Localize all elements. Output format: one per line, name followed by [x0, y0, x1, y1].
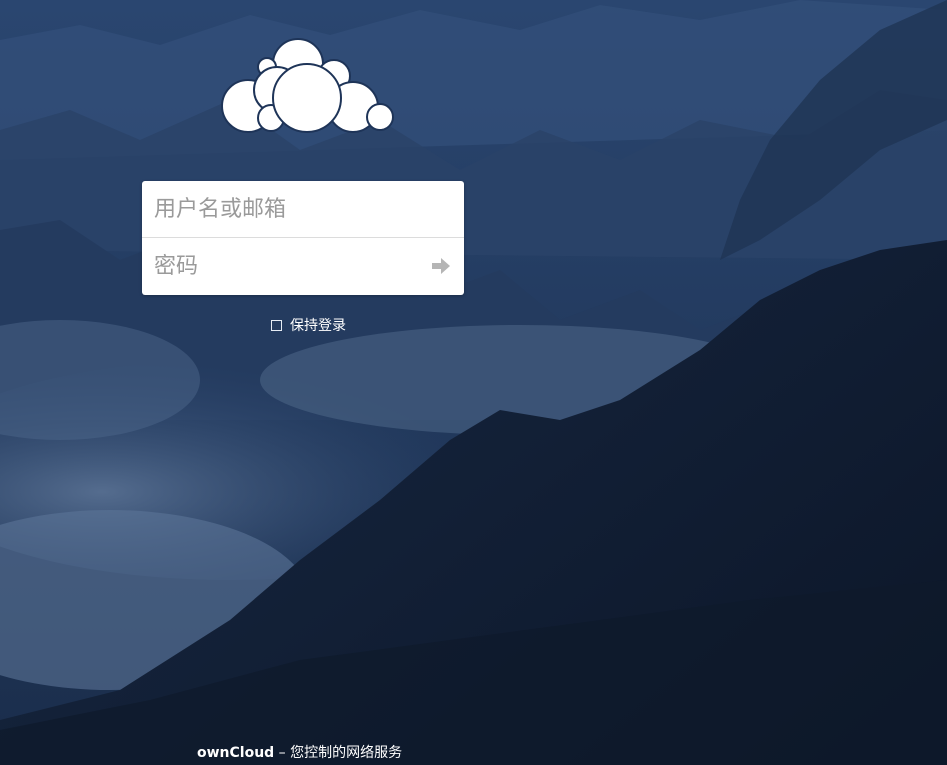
- background-mountain-image: [0, 0, 947, 765]
- footer-slogan: ownCloud – 您控制的网络服务: [197, 742, 402, 762]
- owncloud-logo-icon: [221, 38, 394, 133]
- arrow-right-icon[interactable]: [430, 255, 452, 277]
- username-field-wrapper: [142, 181, 464, 238]
- remember-login-toggle[interactable]: 保持登录: [271, 316, 346, 334]
- footer-tagline: 您控制的网络服务: [290, 745, 403, 761]
- remember-login-checkbox[interactable]: [271, 319, 282, 331]
- password-field-wrapper: [142, 238, 464, 295]
- login-form: [142, 181, 464, 295]
- username-input[interactable]: [142, 181, 464, 237]
- footer-brand[interactable]: ownCloud: [197, 745, 274, 761]
- footer-separator: –: [274, 745, 291, 761]
- password-input[interactable]: [142, 238, 464, 295]
- remember-login-label: 保持登录: [290, 318, 346, 334]
